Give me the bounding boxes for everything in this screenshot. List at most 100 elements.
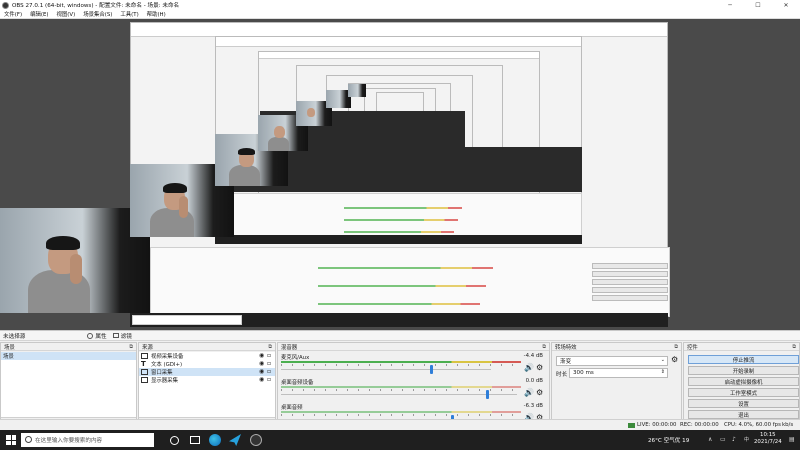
gear-icon[interactable]: ⚙ <box>536 364 543 372</box>
exit-button[interactable]: 退出 <box>688 410 799 419</box>
duration-label: 时长 <box>556 372 568 378</box>
title-bar: OBS 27.0.1 (64-bit, windows) - 配置文件: 未命名… <box>0 0 800 10</box>
scene-item[interactable]: 场景 <box>1 352 136 360</box>
scenes-list: 场景 <box>1 352 136 418</box>
menu-scene-collection[interactable]: 场景集合(S) <box>79 10 116 18</box>
sources-dock: 来源 ⧉ 视频采集设备 ◉ ▫ T 文本 (GDI+) ◉ ▫ 窗口采集 ◉ ▫… <box>138 342 276 431</box>
obs-logo-icon <box>2 1 9 9</box>
transitions-title: 转场特效 <box>555 344 577 351</box>
lock-icon[interactable]: ▫ <box>267 377 273 383</box>
stop-streaming-button[interactable]: 停止推流 <box>688 355 799 364</box>
controls-title: 控件 <box>687 344 698 351</box>
taskbar-clock[interactable]: 10:15 2021/7/24 <box>754 432 782 446</box>
spin-icon: ⇕ <box>660 369 665 375</box>
visibility-eye-icon[interactable]: ◉ <box>259 361 265 367</box>
menu-file[interactable]: 文件(F) <box>0 10 26 18</box>
controls-dock: 控件 ⧉ 停止推流 开始录制 启动虚拟摄像机 工作室模式 设置 退出 <box>683 342 800 431</box>
speaker-icon[interactable]: 🔊 <box>524 364 534 372</box>
transitions-dock: 转场特效 ⧉ 渐变 ⌄ ⚙ 时长 300 ms ⇕ <box>551 342 682 431</box>
edge-icon[interactable] <box>209 434 221 446</box>
windows-start-icon[interactable] <box>6 435 16 445</box>
search-icon <box>25 436 32 443</box>
maximize-button[interactable]: ☐ <box>744 0 772 10</box>
network-icon[interactable]: ▭ <box>720 436 726 443</box>
track-name: 麦克风/Aux <box>281 355 310 361</box>
transition-select[interactable]: 渐变 ⌄ <box>556 356 668 366</box>
network-status-icon <box>628 423 635 428</box>
minimize-button[interactable]: ─ <box>716 0 744 10</box>
obs-taskbar-icon[interactable] <box>250 434 262 446</box>
gear-icon[interactable]: ⚙ <box>536 389 543 397</box>
scenes-title: 场景 <box>4 344 15 351</box>
menu-help[interactable]: 帮助(H) <box>143 10 170 18</box>
menu-view[interactable]: 视图(V) <box>53 10 80 18</box>
dock-float-icon[interactable]: ⧉ <box>674 344 678 350</box>
cortana-icon[interactable] <box>170 436 179 445</box>
notification-icon[interactable]: ▤ <box>789 436 795 443</box>
visibility-eye-icon[interactable]: ◉ <box>259 369 265 375</box>
taskbar-search[interactable]: 在这里输入你要搜索的内容 <box>21 433 154 447</box>
scenes-dock: 场景⧉ 场景 + − ∧ ∨ <box>0 342 137 431</box>
text-icon: T <box>141 360 146 368</box>
sources-list: 视频采集设备 ◉ ▫ T 文本 (GDI+) ◉ ▫ 窗口采集 ◉ ▫ 显示器采… <box>139 352 275 418</box>
tray-chevron-icon[interactable]: ∧ <box>708 436 712 443</box>
app-icon[interactable] <box>229 434 241 446</box>
speaker-icon[interactable]: 🔊 <box>524 389 534 397</box>
sources-title: 来源 <box>142 344 153 351</box>
settings-button[interactable]: 设置 <box>688 399 799 408</box>
dock-float-icon[interactable]: ⧉ <box>542 344 546 350</box>
studio-mode-button[interactable]: 工作室模式 <box>688 388 799 397</box>
window-controls: ─ ☐ ✕ <box>716 0 800 10</box>
camera-icon <box>141 353 148 359</box>
dock-float-icon[interactable]: ⧉ <box>268 344 272 350</box>
duration-input[interactable]: 300 ms ⇕ <box>569 368 668 378</box>
source-item[interactable]: 显示器采集 ◉ ▫ <box>139 376 275 384</box>
volume-meter <box>281 411 521 413</box>
docks-area: 未选择源 属性 滤镜 场景⧉ 场景 + − ∧ ∨ <box>0 330 800 431</box>
properties-button[interactable]: 属性 <box>87 332 107 340</box>
gear-icon[interactable]: ⚙ <box>671 356 678 364</box>
volume-slider[interactable] <box>281 394 517 395</box>
taskbar: 在这里输入你要搜索的内容 26°C 空气优 19 ∧ ▭ ♪ 中 10:15 2… <box>0 430 800 450</box>
dock-close-icon[interactable]: ⧉ <box>129 344 133 350</box>
lock-icon[interactable]: ▫ <box>267 369 273 375</box>
monitor-icon <box>141 377 148 383</box>
lock-icon[interactable]: ▫ <box>267 353 273 359</box>
track-db: -6.3 dB <box>523 403 543 409</box>
menu-edit[interactable]: 编辑(E) <box>26 10 52 18</box>
source-item[interactable]: 视频采集设备 ◉ ▫ <box>139 352 275 360</box>
live-timer: LIVE: 00:00:00 <box>637 422 677 428</box>
task-view-icon[interactable] <box>190 436 200 444</box>
visibility-eye-icon[interactable]: ◉ <box>259 353 265 359</box>
status-bar: LIVE: 00:00:00 REC: 00:00:00 CPU: 4.0%, … <box>0 419 800 430</box>
mixer-track: 桌面音频设备 0.0 dB 🔊 ⚙ <box>278 377 549 402</box>
window-icon <box>141 369 148 375</box>
source-item[interactable]: 窗口采集 ◉ ▫ <box>139 368 275 376</box>
cpu-fps: CPU: 4.0%, 60.00 fps <box>724 422 781 428</box>
volume-slider-handle[interactable] <box>429 365 433 374</box>
track-name: 桌面音频设备 <box>281 380 314 386</box>
volume-slider[interactable] <box>281 369 491 370</box>
ime-icon[interactable]: 中 <box>744 436 749 443</box>
volume-slider-handle[interactable] <box>486 390 490 399</box>
visibility-eye-icon[interactable]: ◉ <box>259 377 265 383</box>
weather-widget[interactable]: 26°C 空气优 19 <box>648 436 689 444</box>
webcam-frame-1 <box>0 208 150 313</box>
rec-timer: REC: 00:00:00 <box>680 422 719 428</box>
source-item[interactable]: T 文本 (GDI+) ◉ ▫ <box>139 360 275 369</box>
preview-canvas[interactable] <box>0 19 800 330</box>
start-virtual-camera-button[interactable]: 启动虚拟摄像机 <box>688 377 799 386</box>
dock-float-icon[interactable]: ⧉ <box>792 344 796 350</box>
window-title: OBS 27.0.1 (64-bit, windows) - 配置文件: 未命名… <box>12 3 180 9</box>
start-recording-button[interactable]: 开始录制 <box>688 366 799 375</box>
close-button[interactable]: ✕ <box>772 0 800 10</box>
mixer-track: 麦克风/Aux -4.4 dB 🔊 ⚙ <box>278 352 549 377</box>
volume-icon[interactable]: ♪ <box>732 436 736 443</box>
menu-tools[interactable]: 工具(T) <box>116 10 142 18</box>
mixer-title: 混音器 <box>281 344 298 351</box>
filter-icon <box>112 333 119 338</box>
filters-button[interactable]: 滤镜 <box>112 332 132 340</box>
lock-icon[interactable]: ▫ <box>267 361 273 367</box>
obs-window: OBS 27.0.1 (64-bit, windows) - 配置文件: 未命名… <box>0 0 800 450</box>
volume-meter <box>281 361 521 363</box>
